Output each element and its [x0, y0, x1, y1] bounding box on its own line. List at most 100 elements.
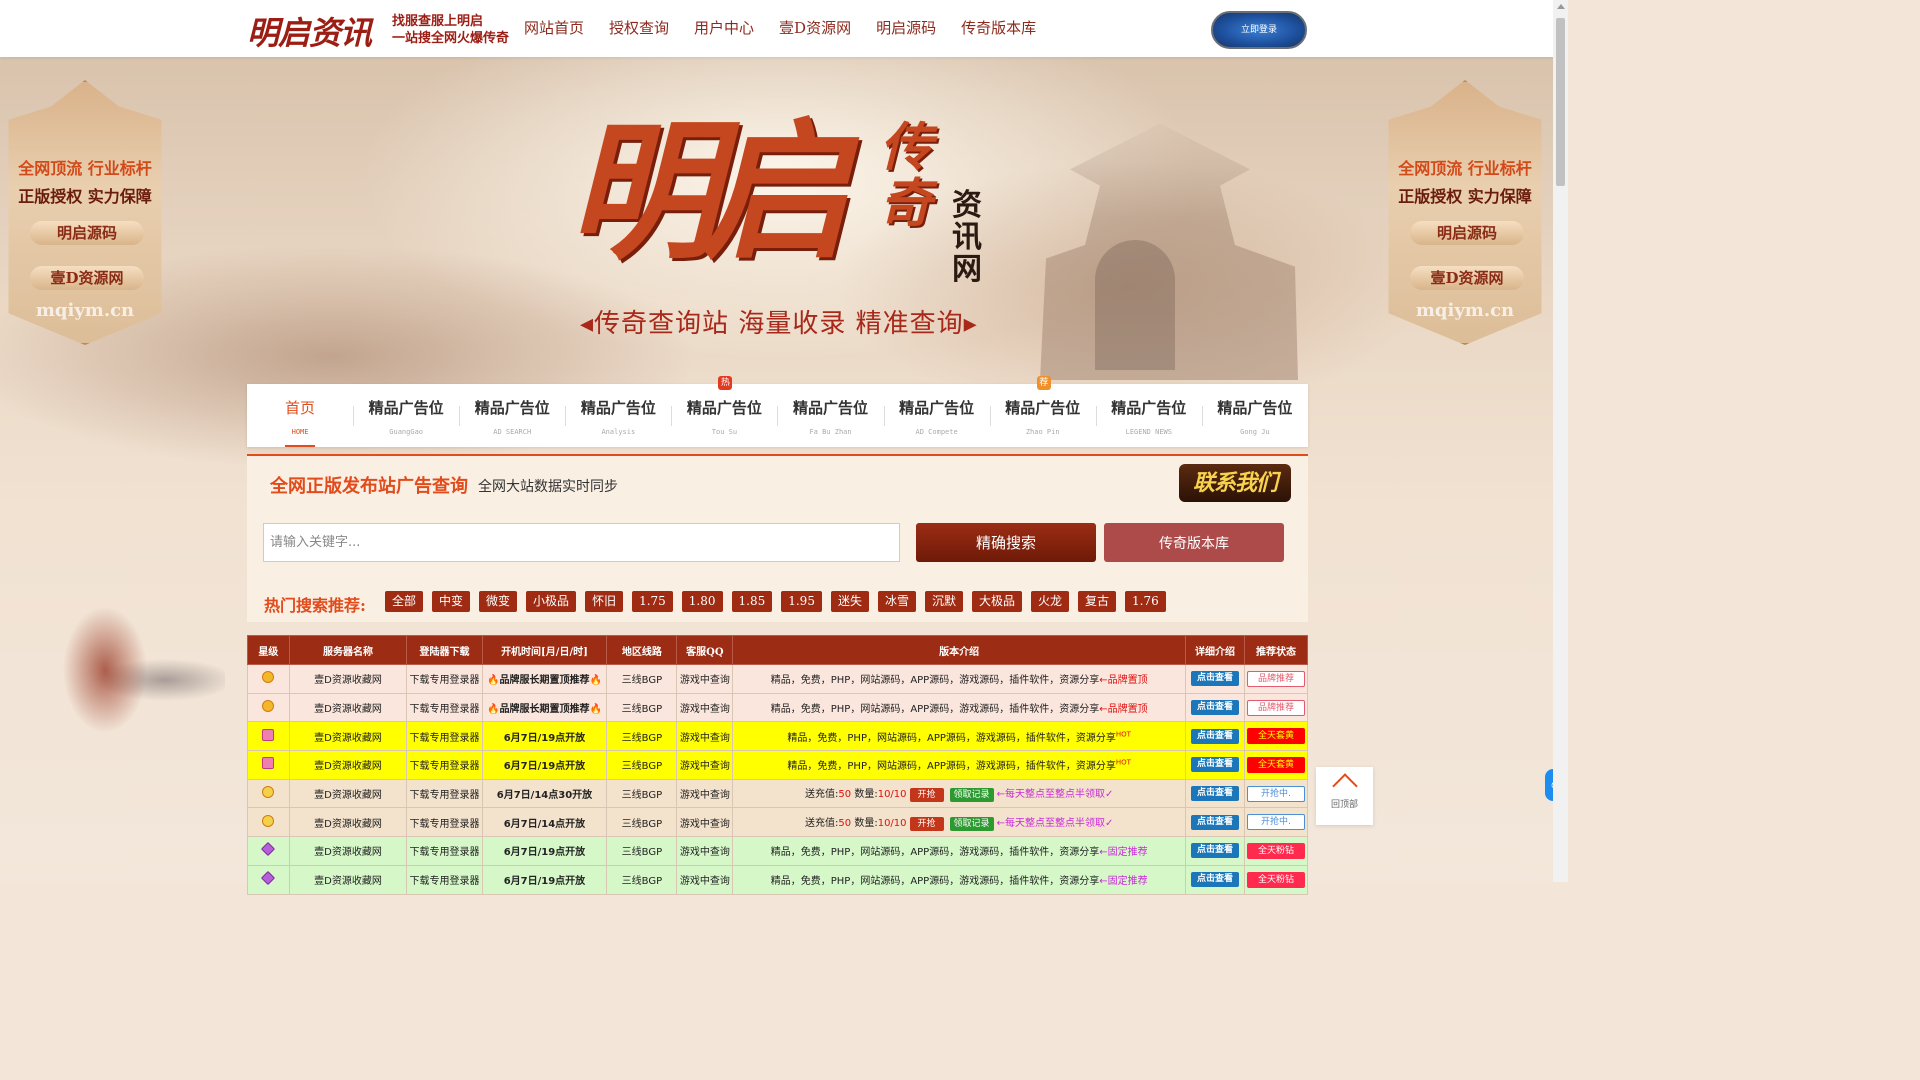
right-side-banner[interactable]: 全网顶流 行业标杆 正版授权 实力保障 明启源码 壹D资源网 mqiym.cn [1388, 80, 1542, 345]
category-label: 精品广告位 [899, 399, 975, 417]
view-detail-button[interactable]: 点击查看 [1191, 700, 1240, 716]
hot-tag[interactable]: 全部 [385, 591, 424, 612]
nav-item-mingqi-source[interactable]: 明启源码 [876, 17, 936, 38]
status-badge: 开抢中. [1246, 814, 1305, 831]
region-cell: 三线BGP [606, 864, 678, 895]
hot-tag[interactable]: 复古 [1078, 591, 1117, 612]
back-to-top-button[interactable]: 回顶部 [1316, 767, 1373, 825]
hot-tag[interactable]: 中变 [432, 591, 471, 612]
region-cell: 三线BGP [606, 778, 678, 809]
open-time-cell: 6月7日/14点30开放 [481, 778, 608, 809]
download-cell[interactable]: 下载专用登录器 [406, 778, 483, 809]
download-cell[interactable]: 下载专用登录器 [406, 721, 483, 752]
banner-pill-source[interactable]: 明启源码 [30, 221, 144, 245]
star-cell [247, 721, 290, 752]
category-item[interactable]: 精品广告位 AD Compete [883, 384, 990, 447]
view-detail-button[interactable]: 点击查看 [1191, 728, 1240, 744]
category-item[interactable]: 精品广告位 Fa Bu Zhan [777, 384, 883, 447]
detail-cell: 点击查看 [1185, 750, 1245, 780]
hot-tag[interactable]: 1.76 [1125, 591, 1166, 612]
grab-button[interactable]: 开抢 [909, 816, 944, 831]
server-name-cell[interactable]: 壹D资源收藏网 [288, 836, 408, 866]
server-name-cell[interactable]: 壹D资源收藏网 [288, 778, 408, 809]
view-detail-button[interactable]: 点击查看 [1191, 757, 1240, 773]
download-cell[interactable]: 下载专用登录器 [406, 864, 483, 895]
hot-tag[interactable]: 1.95 [781, 591, 822, 612]
category-sublabel: AD SEARCH [493, 428, 532, 436]
category-sublabel: GuangGao [389, 428, 423, 436]
exact-search-button[interactable]: 精确搜索 [916, 523, 1096, 562]
category-item[interactable]: 热 精品广告位 Tou Su [671, 376, 777, 447]
site-logo[interactable]: 明启资讯 [247, 8, 372, 54]
table-row: 壹D资源收藏网 下载专用登录器 6月7日/19点开放 三线BGP 游戏中查询 精品，免费，… [247, 721, 1309, 752]
view-detail-button[interactable]: 点击查看 [1191, 843, 1240, 859]
server-name-cell[interactable]: 壹D资源收藏网 [288, 750, 408, 780]
logo-tagline-line1: 找服查服上明启 [392, 14, 484, 29]
claim-record-button[interactable]: 领取记录 [949, 788, 994, 803]
server-name-cell[interactable]: 壹D资源收藏网 [288, 664, 408, 694]
login-button[interactable]: 立即登录 [1211, 11, 1307, 49]
claim-record-button[interactable]: 领取记录 [949, 816, 994, 831]
grab-button[interactable]: 开抢 [909, 788, 944, 803]
hot-tag[interactable]: 小极品 [526, 591, 577, 612]
hot-tag[interactable]: 1.80 [681, 591, 723, 612]
scroll-thumb[interactable] [1556, 18, 1565, 186]
nav-item-home[interactable]: 网站首页 [524, 17, 584, 38]
region-cell: 三线BGP [606, 664, 678, 694]
hot-tag[interactable]: 1.85 [731, 591, 773, 612]
view-detail-button[interactable]: 点击查看 [1191, 814, 1240, 830]
hot-tag[interactable]: 大极品 [972, 591, 1023, 612]
download-cell[interactable]: 下载专用登录器 [406, 664, 483, 694]
status-cell: 全天套黄 [1243, 750, 1309, 780]
search-input[interactable] [263, 523, 900, 562]
version-library-button[interactable]: 传奇版本库 [1104, 523, 1284, 562]
hot-tag[interactable]: 冰雪 [877, 591, 916, 612]
qq-cell: 游戏中查询 [676, 836, 734, 866]
hot-tag[interactable]: 1.75 [632, 591, 673, 612]
nav-item-1d-resource[interactable]: 壹D资源网 [779, 17, 851, 38]
hot-tag[interactable]: 迷失 [830, 591, 869, 612]
scroll-up-arrow-icon[interactable] [1557, 4, 1565, 9]
nav-item-auth-query[interactable]: 授权查询 [609, 17, 669, 38]
server-name-cell[interactable]: 壹D资源收藏网 [288, 692, 408, 723]
chevron-up-icon [1331, 773, 1358, 799]
promo-prefix: 送充值: [805, 789, 839, 801]
view-detail-button[interactable]: 点击查看 [1191, 872, 1240, 888]
left-side-banner[interactable]: 全网顶流 行业标杆 正版授权 实力保障 明启源码 壹D资源网 mqiym.cn [8, 80, 162, 345]
view-detail-button[interactable]: 点击查看 [1191, 786, 1240, 802]
category-item[interactable]: 精品广告位 Gong Ju [1201, 384, 1308, 447]
category-item[interactable]: 精品广告位 Analysis [565, 384, 671, 447]
detail-cell: 点击查看 [1185, 692, 1245, 723]
hot-tag[interactable]: 微变 [479, 591, 518, 612]
nav-item-user-center[interactable]: 用户中心 [694, 17, 754, 38]
category-home[interactable]: 首页 HOME [247, 384, 353, 447]
server-name-cell[interactable]: 壹D资源收藏网 [288, 721, 408, 752]
promo-qty: 数量: [854, 817, 878, 829]
download-cell[interactable]: 下载专用登录器 [406, 692, 483, 723]
logo-tagline-line2: 一站搜全网火爆传奇 [392, 31, 510, 46]
banner-pill-source[interactable]: 明启源码 [1410, 221, 1524, 245]
col-header-qq: 客服QQ [676, 635, 734, 665]
category-item[interactable]: 精品广告位 LEGEND NEWS [1095, 384, 1202, 447]
hero-title: 明启 [568, 104, 850, 280]
hot-tag[interactable]: 火龙 [1031, 591, 1070, 612]
contact-us-button[interactable]: 联系我们 [1179, 464, 1291, 502]
nav-item-version-library[interactable]: 传奇版本库 [961, 17, 1036, 38]
category-item[interactable]: 荐 精品广告位 Zhao Pin [989, 376, 1096, 447]
page-scrollbar[interactable] [1553, 0, 1568, 882]
server-name-cell[interactable]: 壹D资源收藏网 [288, 807, 408, 838]
view-detail-button[interactable]: 点击查看 [1191, 671, 1240, 687]
download-cell[interactable]: 下载专用登录器 [406, 807, 483, 838]
category-item[interactable]: 精品广告位 GuangGao [353, 384, 459, 447]
download-cell[interactable]: 下载专用登录器 [406, 836, 483, 866]
table-row: 壹D资源收藏网 下载专用登录器 6月7日/19点开放 三线BGP 游戏中查询 精品，免费，… [247, 864, 1309, 895]
hot-tag[interactable]: 怀旧 [585, 591, 624, 612]
server-name-cell[interactable]: 壹D资源收藏网 [288, 864, 408, 895]
hot-tag[interactable]: 沉默 [924, 591, 963, 612]
banner-pill-resource[interactable]: 壹D资源网 [30, 266, 144, 290]
banner-pill-resource[interactable]: 壹D资源网 [1410, 266, 1524, 290]
download-cell[interactable]: 下载专用登录器 [406, 750, 483, 780]
category-item[interactable]: 精品广告位 AD SEARCH [459, 384, 565, 447]
col-header-server-name: 服务器名称 [288, 635, 408, 665]
search-panel-title: 全网正版发布站广告查询 [270, 476, 468, 497]
